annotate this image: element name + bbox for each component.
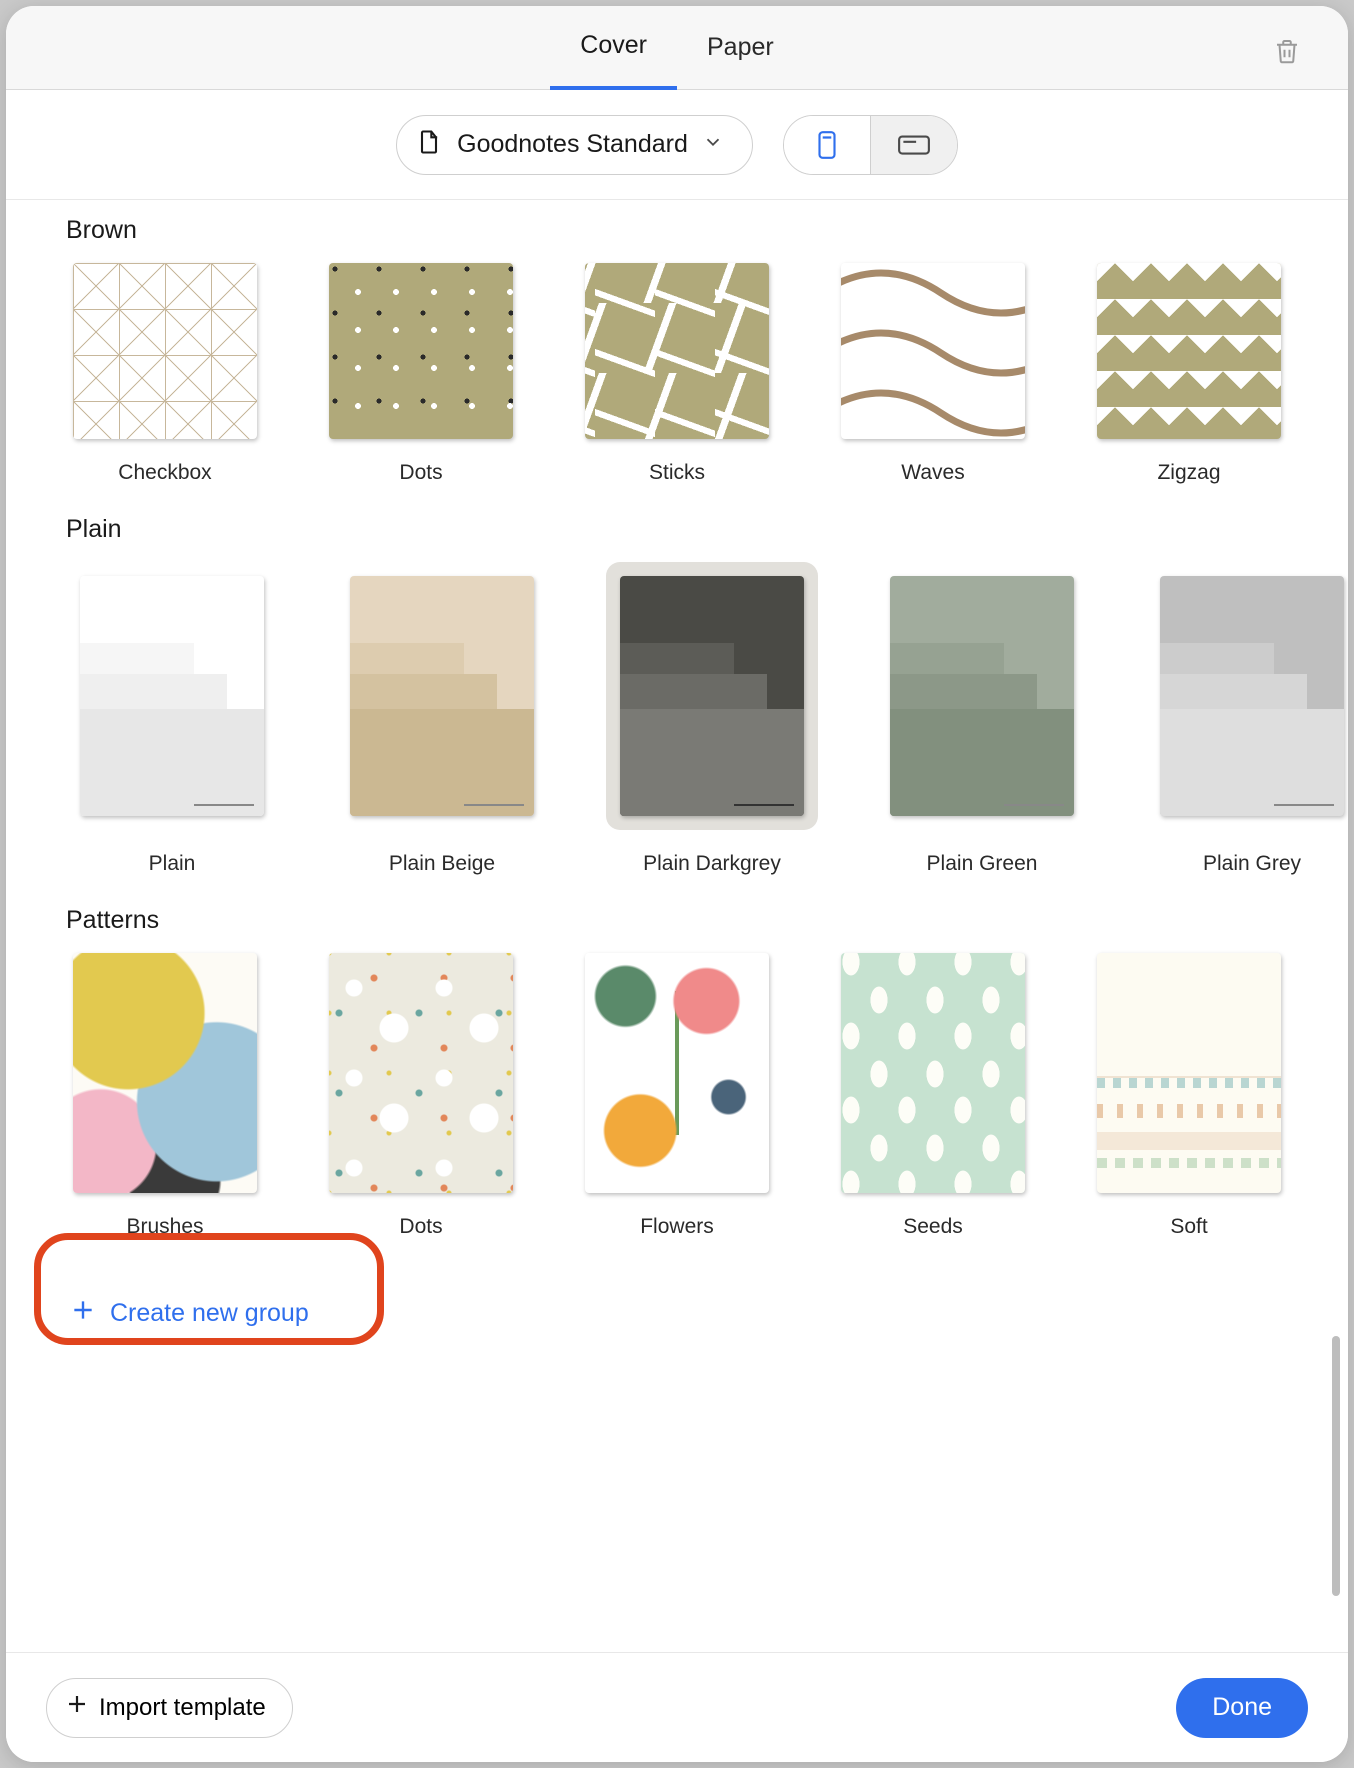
chevron-down-icon xyxy=(702,131,724,158)
cover-plain-green[interactable]: Plain Green xyxy=(876,562,1088,876)
tab-paper[interactable]: Paper xyxy=(677,7,804,88)
cover-label: Dots xyxy=(399,461,442,485)
section-title-plain: Plain xyxy=(66,515,1288,544)
cover-plain-darkgrey[interactable]: Plain Darkgrey xyxy=(606,562,818,876)
cover-label: Sticks xyxy=(649,461,705,485)
cover-label: Plain xyxy=(149,852,196,876)
cover-label: Flowers xyxy=(640,1215,714,1239)
cover-label: Dots xyxy=(399,1215,442,1239)
cover-label: Plain Green xyxy=(927,852,1038,876)
document-icon xyxy=(415,128,443,161)
cover-label: Plain Darkgrey xyxy=(643,852,781,876)
scrollbar-indicator xyxy=(1332,1336,1340,1596)
grid-brown: Checkbox Dots Sticks Waves Zigzag xyxy=(66,263,1288,485)
cover-label: Zigzag xyxy=(1157,461,1220,485)
grid-plain: Plain Plain Beige Plain Darkgrey Plain G… xyxy=(66,562,1288,876)
trash-icon[interactable] xyxy=(1272,36,1302,71)
cover-label: Checkbox xyxy=(118,461,211,485)
cover-sticks[interactable]: Sticks xyxy=(578,263,776,485)
orientation-landscape[interactable] xyxy=(871,116,957,174)
cover-label: Seeds xyxy=(903,1215,963,1239)
cover-zigzag[interactable]: Zigzag xyxy=(1090,263,1288,485)
create-new-group-button[interactable]: Create new group xyxy=(66,1289,313,1338)
cover-plain[interactable]: Plain xyxy=(66,562,278,876)
grid-patterns: Brushes Dots Flowers Seeds Soft xyxy=(66,953,1288,1239)
style-picker[interactable]: Goodnotes Standard xyxy=(396,115,753,175)
done-button[interactable]: Done xyxy=(1176,1678,1308,1738)
orientation-portrait[interactable] xyxy=(784,116,870,174)
cover-seeds[interactable]: Seeds xyxy=(834,953,1032,1239)
template-scroll[interactable]: Brown Checkbox Dots Sticks Waves xyxy=(6,200,1348,1652)
cover-label: Plain Grey xyxy=(1203,852,1301,876)
cover-brushes[interactable]: Brushes xyxy=(66,953,264,1239)
plus-icon xyxy=(65,1692,89,1723)
cover-flowers[interactable]: Flowers xyxy=(578,953,776,1239)
section-title-brown: Brown xyxy=(66,216,1288,245)
cover-waves[interactable]: Waves xyxy=(834,263,1032,485)
cover-dots-pattern[interactable]: Dots xyxy=(322,953,520,1239)
cover-label: Soft xyxy=(1170,1215,1207,1239)
import-template-button[interactable]: Import template xyxy=(46,1678,293,1738)
section-title-patterns: Patterns xyxy=(66,906,1288,935)
cover-label: Plain Beige xyxy=(389,852,495,876)
cover-soft[interactable]: Soft xyxy=(1090,953,1288,1239)
cover-dots-brown[interactable]: Dots xyxy=(322,263,520,485)
tab-cover[interactable]: Cover xyxy=(550,6,677,90)
footer-bar: Import template Done xyxy=(6,1652,1348,1762)
import-label: Import template xyxy=(99,1694,266,1722)
cover-label: Waves xyxy=(901,461,964,485)
template-picker-panel: Cover Paper Goodnotes Standard Brow xyxy=(6,6,1348,1762)
cover-plain-beige[interactable]: Plain Beige xyxy=(336,562,548,876)
plus-icon xyxy=(70,1297,96,1330)
cover-label: Brushes xyxy=(126,1215,203,1239)
style-picker-label: Goodnotes Standard xyxy=(457,130,688,159)
cover-checkbox[interactable]: Checkbox xyxy=(66,263,264,485)
cover-plain-grey[interactable]: Plain Grey xyxy=(1146,562,1348,876)
create-group-label: Create new group xyxy=(110,1299,309,1328)
style-row: Goodnotes Standard xyxy=(6,90,1348,200)
top-tab-bar: Cover Paper xyxy=(6,6,1348,90)
orientation-segment xyxy=(783,115,958,175)
